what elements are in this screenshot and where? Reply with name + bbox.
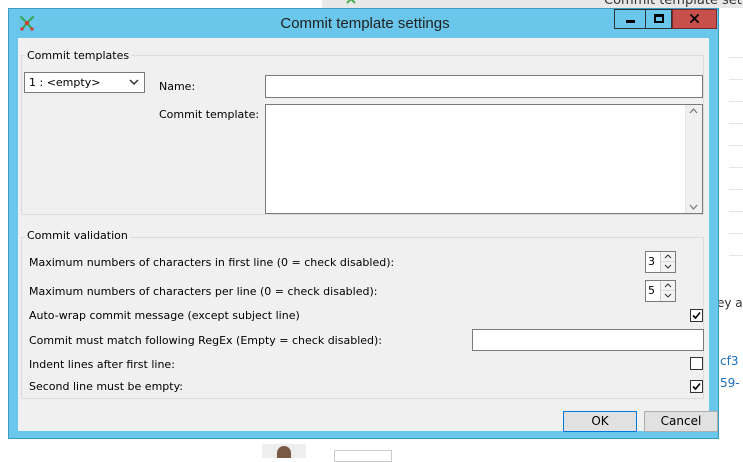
commit-validation-group-label: Commit validation	[25, 229, 130, 243]
vertical-scrollbar[interactable]	[685, 105, 702, 213]
close-button[interactable]	[672, 9, 717, 29]
maximize-button[interactable]	[645, 9, 672, 29]
max-first-line-value: 3	[648, 255, 655, 268]
chevron-down-icon	[129, 79, 139, 86]
background-text: ey a	[717, 296, 743, 310]
chevron-down-icon	[664, 264, 672, 269]
template-select-value: 1 : <empty>	[29, 76, 101, 89]
stepper-down-button[interactable]	[661, 262, 675, 272]
template-select[interactable]: 1 : <empty>	[24, 72, 145, 93]
max-first-line-label: Maximum numbers of characters in first l…	[29, 256, 395, 269]
titlebar[interactable]: Commit template settings	[9, 9, 718, 37]
stepper-down-button[interactable]	[661, 291, 675, 301]
checkmark-icon	[692, 311, 701, 320]
regex-label: Commit must match following RegEx (Empty…	[29, 334, 382, 347]
regex-input[interactable]	[472, 329, 704, 351]
indent-checkbox[interactable]	[690, 357, 703, 370]
stepper-up-button[interactable]	[661, 252, 675, 262]
chevron-down-icon	[664, 293, 672, 298]
stepper-up-button[interactable]	[661, 281, 675, 291]
autowrap-checkbox[interactable]	[690, 309, 703, 322]
max-first-line-stepper[interactable]: 3	[645, 251, 676, 273]
checkmark-icon	[692, 382, 701, 391]
max-per-line-value: 5	[648, 284, 655, 297]
minimize-icon	[626, 20, 635, 23]
indent-label: Indent lines after first line:	[29, 358, 175, 371]
second-line-empty-checkbox[interactable]	[690, 380, 703, 393]
second-line-empty-label: Second line must be empty:	[29, 380, 183, 393]
background-list	[729, 36, 743, 336]
minimize-button[interactable]	[614, 9, 645, 29]
name-label: Name:	[159, 80, 196, 93]
background-window-title: Commit template set	[604, 0, 742, 8]
background-link[interactable]: 59-	[720, 376, 740, 390]
ok-button[interactable]: OK	[563, 411, 637, 432]
commit-template-label: Commit template:	[159, 108, 260, 121]
maximize-icon	[654, 14, 664, 23]
background-app-icon	[346, 0, 356, 4]
autowrap-label: Auto-wrap commit message (except subject…	[29, 309, 300, 322]
commit-template-settings-dialog: Commit template settings Commit template…	[8, 8, 719, 439]
scroll-up-icon[interactable]	[689, 108, 698, 114]
scroll-down-icon[interactable]	[689, 204, 698, 210]
commit-template-textarea[interactable]	[265, 104, 703, 214]
cancel-button[interactable]: Cancel	[644, 411, 718, 432]
chevron-up-icon	[664, 283, 672, 288]
avatar	[262, 444, 306, 458]
max-per-line-stepper[interactable]: 5	[645, 280, 676, 302]
chevron-up-icon	[664, 254, 672, 259]
name-input[interactable]	[265, 75, 703, 98]
dialog-client-area: Commit templates 1 : <empty> Name: Commi…	[18, 38, 718, 432]
max-per-line-label: Maximum numbers of characters per line (…	[29, 285, 378, 298]
commit-templates-group-label: Commit templates	[25, 49, 132, 63]
background-box	[334, 450, 392, 462]
background-link[interactable]: cf3	[720, 354, 738, 368]
close-icon	[689, 13, 700, 24]
